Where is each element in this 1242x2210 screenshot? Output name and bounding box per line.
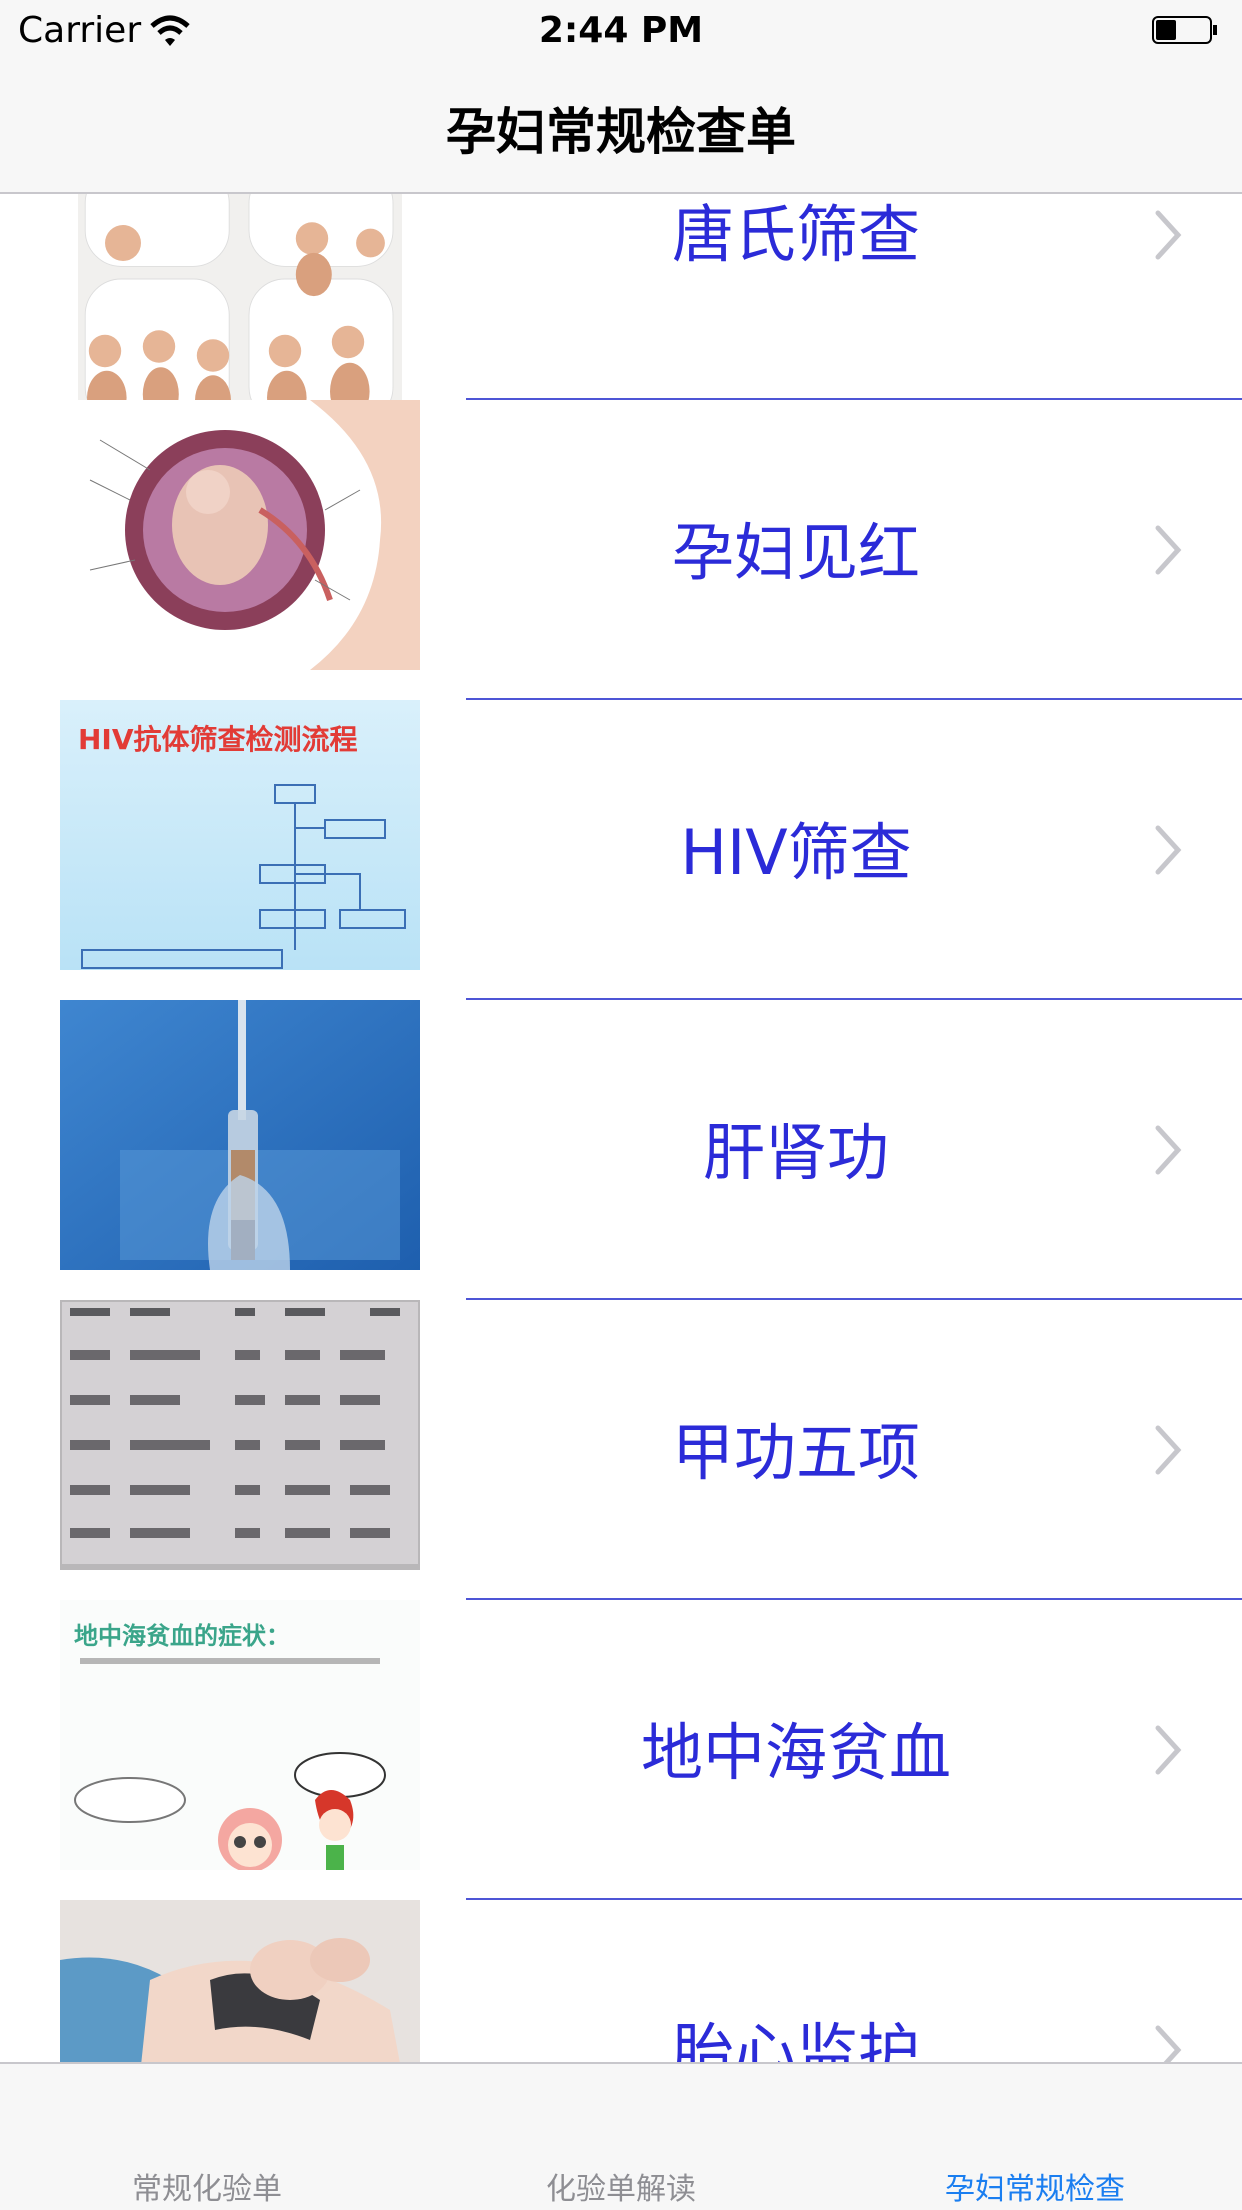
anemia-thumb-title: 地中海贫血的症状：	[74, 1622, 290, 1650]
belly-monitor-icon	[60, 1900, 420, 2062]
battery-icon	[1152, 16, 1217, 44]
cartoon-figures	[74, 1658, 386, 1870]
list-item-label: HIV筛查	[680, 816, 912, 889]
list-item-thalassemia[interactable]: 地中海贫血的症状： 地中海贫血	[0, 1600, 1242, 1900]
list-item-label: 地中海贫血	[640, 1716, 951, 1789]
lab-report-icon	[60, 1300, 420, 1570]
tab-pregnancy-routine-exam[interactable]: 孕妇常规检查	[828, 2064, 1242, 2210]
status-bar: Carrier 2:44 PM	[0, 0, 1242, 60]
list-item-label: 肝肾功	[702, 1116, 889, 1189]
clock: 2:44 PM	[538, 10, 704, 51]
list-item-liver-kidney[interactable]: 肝肾功	[0, 1000, 1242, 1300]
list-item-thyroid[interactable]: 甲功五项	[0, 1300, 1242, 1600]
tab-label: 常规化验单	[132, 2172, 282, 2207]
page-title: 孕妇常规检查单	[446, 103, 796, 161]
tab-bar: 常规化验单 化验单解读 孕妇常规检查	[0, 2062, 1242, 2210]
navigation-bar: 孕妇常规检查单	[0, 60, 1242, 194]
list-item-label: 甲功五项	[671, 1416, 920, 1489]
test-tube-icon	[60, 1000, 420, 1270]
fetus-diagram-icon	[60, 400, 420, 670]
flowchart-lines	[81, 784, 406, 969]
list-item-bleeding[interactable]: 孕妇见红	[0, 400, 1242, 700]
baby-photo-icon	[78, 192, 402, 432]
list-item-label: 胎心监护	[671, 2016, 920, 2062]
exam-list[interactable]: 唐氏筛查 孕妇见红 HIV抗体筛查检测流程 HIV筛查 肝肾功 甲功五项 地中海…	[0, 192, 1242, 2062]
chevron-right-icon	[1155, 1725, 1182, 1775]
tab-lab-sheet-interpretation[interactable]: 化验单解读	[414, 2064, 828, 2210]
list-item-label: 孕妇见红	[671, 516, 920, 589]
tab-routine-lab-sheet[interactable]: 常规化验单	[0, 2064, 414, 2210]
list-item-label: 唐氏筛查	[671, 198, 920, 271]
hiv-flowchart-icon: HIV抗体筛查检测流程	[60, 700, 420, 970]
chevron-right-icon	[1155, 1425, 1182, 1475]
chevron-right-icon	[1155, 825, 1182, 875]
chevron-right-icon	[1155, 1125, 1182, 1175]
hiv-thumb-title: HIV抗体筛查检测流程	[78, 723, 358, 756]
list-item-hiv[interactable]: HIV抗体筛查检测流程 HIV筛查	[0, 700, 1242, 1000]
list-item-fetal-heart[interactable]: 胎心监护	[0, 1900, 1242, 2062]
tab-label: 化验单解读	[546, 2172, 696, 2207]
chevron-right-icon	[1155, 2025, 1182, 2062]
cartoon-anemia-icon: 地中海贫血的症状：	[60, 1600, 420, 1870]
tab-label: 孕妇常规检查	[945, 2172, 1125, 2207]
chevron-right-icon	[1155, 525, 1182, 575]
chevron-right-icon	[1155, 210, 1182, 260]
